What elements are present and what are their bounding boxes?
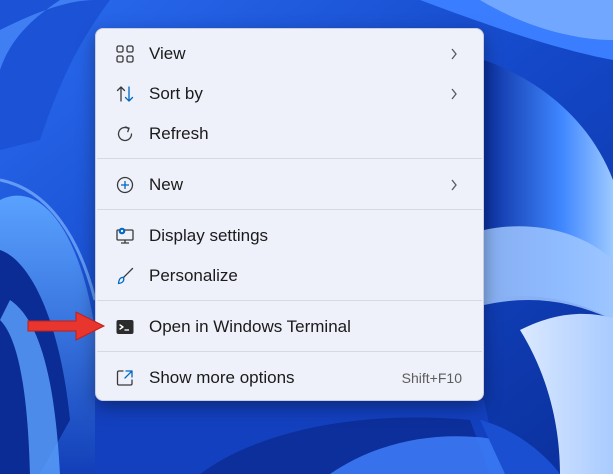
desktop-context-menu: View Sort by Refresh New Display setting… [95,28,484,401]
chevron-right-icon [449,176,459,194]
menu-item-label: Refresh [149,124,209,143]
menu-item-label: Open in Windows Terminal [149,317,351,336]
chevron-right-icon [449,45,459,63]
plus-circle-icon [115,175,135,195]
menu-item-label: View [149,44,186,63]
chevron-right-icon [449,85,459,103]
menu-item-refresh[interactable]: Refresh [100,116,479,152]
grid-icon [115,44,135,64]
brush-icon [115,266,135,286]
sort-icon [115,84,135,104]
menu-item-personalize[interactable]: Personalize [100,258,479,294]
menu-item-sort-by[interactable]: Sort by [100,76,479,112]
display-settings-icon [115,226,135,246]
menu-item-view[interactable]: View [100,36,479,72]
menu-separator [97,209,482,210]
menu-item-label: Personalize [149,266,238,285]
menu-item-label: Sort by [149,84,203,103]
menu-item-label: New [149,175,184,194]
menu-item-show-more-options[interactable]: Show more options Shift+F10 [100,360,479,396]
menu-separator [97,158,482,159]
keyboard-shortcut: Shift+F10 [401,370,462,386]
show-more-options-icon [115,368,135,388]
refresh-icon [115,124,135,144]
menu-item-label: Display settings [149,226,269,245]
menu-item-new[interactable]: New [100,167,479,203]
menu-item-display-settings[interactable]: Display settings [100,218,479,254]
menu-item-open-in-windows-terminal[interactable]: Open in Windows Terminal [100,309,479,345]
menu-separator [97,351,482,352]
terminal-icon [115,317,135,337]
menu-separator [97,300,482,301]
menu-item-label: Show more options [149,368,295,387]
red-arrow-icon [27,311,106,341]
